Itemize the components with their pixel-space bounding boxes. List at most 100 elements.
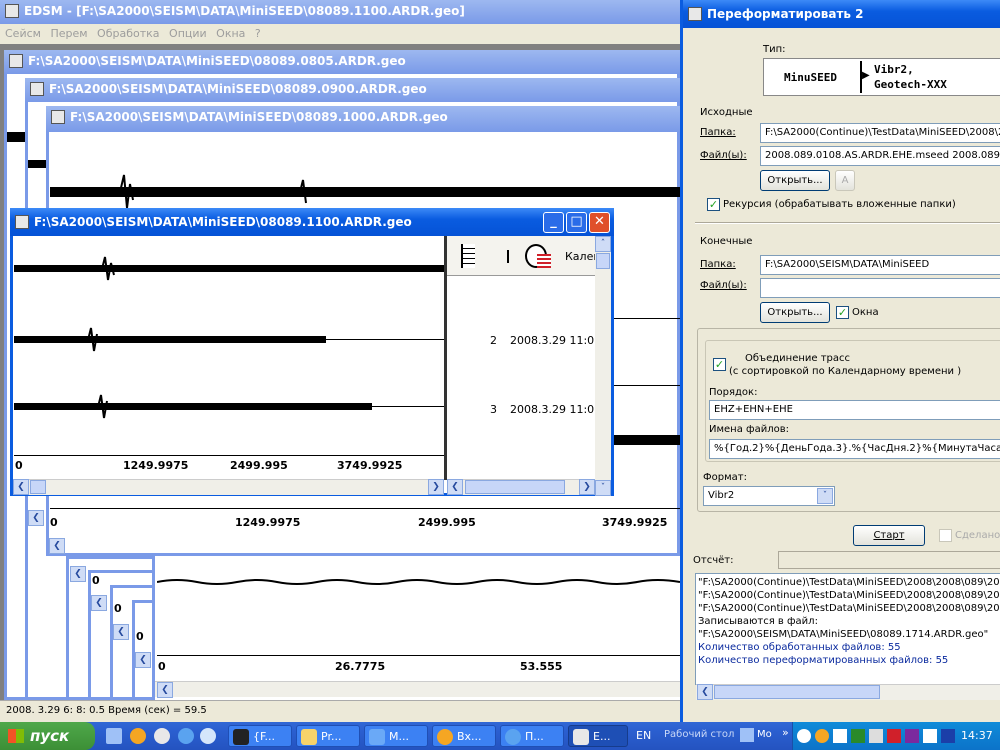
taskbar-button-cmd[interactable]: {F... bbox=[228, 725, 292, 747]
browser-icon[interactable] bbox=[130, 728, 146, 744]
merge-checkbox[interactable]: ✓ bbox=[713, 358, 726, 371]
minimize-button[interactable]: _ bbox=[543, 212, 564, 233]
ruler-icon[interactable] bbox=[461, 244, 475, 268]
scroll-left-button[interactable]: ❮ bbox=[70, 566, 86, 582]
menu-item-options[interactable]: Опции bbox=[169, 27, 207, 40]
document-icon bbox=[30, 82, 44, 96]
tray-icon[interactable] bbox=[887, 729, 901, 743]
menu-item-perem[interactable]: Перем bbox=[50, 27, 87, 40]
source-folder-field[interactable]: F:\SA2000(Continue)\TestData\MiniSEED\20… bbox=[760, 123, 1000, 143]
tray-icon[interactable] bbox=[923, 729, 937, 743]
scroll-right-button[interactable]: ❯ bbox=[428, 479, 444, 495]
scroll-left-button[interactable]: ❮ bbox=[135, 652, 151, 668]
scroll-thumb[interactable] bbox=[465, 480, 565, 494]
side-toolbar: Калег bbox=[447, 236, 599, 276]
cursor-bar-icon[interactable] bbox=[507, 250, 509, 263]
scroll-left-button[interactable]: ❮ bbox=[697, 684, 713, 700]
mdi-titlebar-0805[interactable]: F:\SA2000\SEISM\DATA\MiniSEED\08089.0805… bbox=[4, 50, 680, 74]
lower-hscrollbar[interactable] bbox=[155, 681, 680, 697]
done-checkbox[interactable] bbox=[939, 529, 952, 542]
desktop-icon[interactable] bbox=[106, 728, 122, 744]
arrow-icon: ▶ bbox=[862, 70, 870, 81]
start-button[interactable]: пуск bbox=[0, 722, 95, 750]
menu-item-processing[interactable]: Обработка bbox=[97, 27, 159, 40]
scroll-up-button[interactable]: ˆ bbox=[595, 236, 611, 252]
dest-files-field[interactable] bbox=[760, 278, 1000, 298]
mdi-titlebar-0900[interactable]: F:\SA2000\SEISM\DATA\MiniSEED\08089.0900… bbox=[25, 78, 680, 102]
dest-open-button[interactable]: Открыть... bbox=[760, 302, 830, 323]
app-icon bbox=[688, 7, 702, 21]
menu-item-help[interactable]: ? bbox=[255, 27, 261, 40]
scroll-left-button[interactable]: ❮ bbox=[49, 538, 65, 554]
format-select[interactable]: Vibr2 ˇ bbox=[703, 486, 835, 506]
names-field[interactable]: %{Год.2}%{ДеньГода.3}.%{ЧасДня.2}%{Минут… bbox=[709, 439, 1000, 459]
source-open-button[interactable]: Открыть... bbox=[760, 170, 830, 191]
scroll-thumb[interactable] bbox=[714, 685, 880, 699]
recursion-checkbox[interactable]: ✓ bbox=[707, 198, 720, 211]
tray-icon[interactable] bbox=[815, 729, 829, 743]
tray-icon[interactable] bbox=[851, 729, 865, 743]
lower-axis-line bbox=[157, 655, 680, 656]
dialog-titlebar[interactable]: Переформатировать 2 bbox=[683, 0, 1000, 28]
dest-folder-field[interactable]: F:\SA2000\SEISM\DATA\MiniSEED bbox=[760, 255, 1000, 275]
menu-item-seism[interactable]: Сейсм bbox=[5, 27, 41, 40]
taskbar-button-pr[interactable]: Pr... bbox=[296, 725, 360, 747]
windows-checkbox[interactable]: ✓ bbox=[836, 306, 849, 319]
front-trace-2 bbox=[14, 327, 444, 352]
ie-icon[interactable] bbox=[178, 728, 194, 744]
axis-1000-tick: 1249.9975 bbox=[235, 516, 301, 529]
scroll-left-button[interactable]: ❮ bbox=[28, 510, 44, 526]
progress-bar bbox=[778, 551, 1000, 569]
taskbar: пуск {F... Pr... M... Вх... П... Е... EN… bbox=[0, 722, 1000, 750]
scroll-right-button[interactable]: ❯ bbox=[579, 479, 595, 495]
maximize-button[interactable]: □ bbox=[566, 212, 587, 233]
a-button[interactable]: A bbox=[835, 170, 855, 191]
main-window-titlebar[interactable]: EDSM - [F:\SA2000\SEISM\DATA\MiniSEED\08… bbox=[0, 0, 680, 24]
media-icon[interactable] bbox=[154, 728, 170, 744]
order-field[interactable]: EHZ+EHN+EHE bbox=[709, 400, 1000, 420]
scroll-left-button[interactable]: ❮ bbox=[13, 479, 29, 495]
chevron-down-icon[interactable]: ˇ bbox=[817, 488, 833, 504]
cmd-icon bbox=[233, 729, 249, 745]
chevron-right-icon[interactable]: » bbox=[782, 726, 789, 739]
scroll-left-button[interactable]: ❮ bbox=[113, 624, 129, 640]
taskbar-button-m[interactable]: M... bbox=[364, 725, 428, 747]
scroll-left-button[interactable]: ❮ bbox=[91, 595, 107, 611]
order-label: Порядок: bbox=[709, 387, 758, 398]
tray-icon[interactable] bbox=[833, 729, 847, 743]
mdi-title-0900: F:\SA2000\SEISM\DATA\MiniSEED\08089.0900… bbox=[49, 82, 427, 96]
tray-icon[interactable] bbox=[869, 729, 883, 743]
source-header: Исходные bbox=[700, 107, 753, 118]
axis-1000-tick: 3749.9925 bbox=[602, 516, 668, 529]
scroll-left-button[interactable]: ❮ bbox=[157, 682, 173, 698]
scroll-thumb[interactable] bbox=[596, 253, 610, 269]
front-hscrollbar[interactable] bbox=[13, 479, 444, 495]
taskbar-button-edsm[interactable]: Е... bbox=[568, 725, 628, 747]
language-indicator[interactable]: EN bbox=[636, 729, 651, 742]
scroll-thumb[interactable] bbox=[30, 480, 46, 494]
desktop-toolbar-label[interactable]: Рабочий стол bbox=[664, 729, 734, 740]
axis-1000-line bbox=[50, 508, 680, 509]
my-computer-icon[interactable] bbox=[740, 728, 754, 742]
misc-icon[interactable] bbox=[200, 728, 216, 744]
scroll-left-button[interactable]: ❮ bbox=[447, 479, 463, 495]
taskbar-button-ie[interactable]: П... bbox=[500, 725, 564, 747]
menu-item-windows[interactable]: Окна bbox=[216, 27, 245, 40]
my-computer-label[interactable]: Мо bbox=[757, 729, 772, 740]
front-trace-3 bbox=[14, 394, 444, 419]
source-files-field[interactable]: 2008.089.0108.AS.ARDR.EHE.mseed 2008.089… bbox=[760, 146, 1000, 166]
tray-icon[interactable] bbox=[905, 729, 919, 743]
taskbar-button-inbox[interactable]: Вх... bbox=[432, 725, 496, 747]
type-box[interactable]: MinuSEED ▶ Vibr2, Geotech-XXX bbox=[763, 58, 1000, 96]
tray-icon[interactable] bbox=[941, 729, 955, 743]
quick-launch bbox=[104, 726, 216, 746]
back-arrow-icon[interactable] bbox=[797, 729, 811, 743]
close-button[interactable]: ✕ bbox=[589, 212, 610, 233]
start-button[interactable]: Старт bbox=[853, 525, 925, 546]
scroll-down-button[interactable]: ˇ bbox=[595, 480, 611, 496]
clock[interactable]: 14:37 bbox=[961, 729, 993, 742]
mdi-titlebar-1000[interactable]: F:\SA2000\SEISM\DATA\MiniSEED\08089.1000… bbox=[46, 106, 680, 132]
front-axis-tick: 1249.9975 bbox=[123, 459, 189, 472]
side-vscrollbar[interactable] bbox=[595, 236, 611, 480]
front-window-titlebar[interactable]: F:\SA2000\SEISM\DATA\MiniSEED\08089.1100… bbox=[10, 208, 614, 236]
